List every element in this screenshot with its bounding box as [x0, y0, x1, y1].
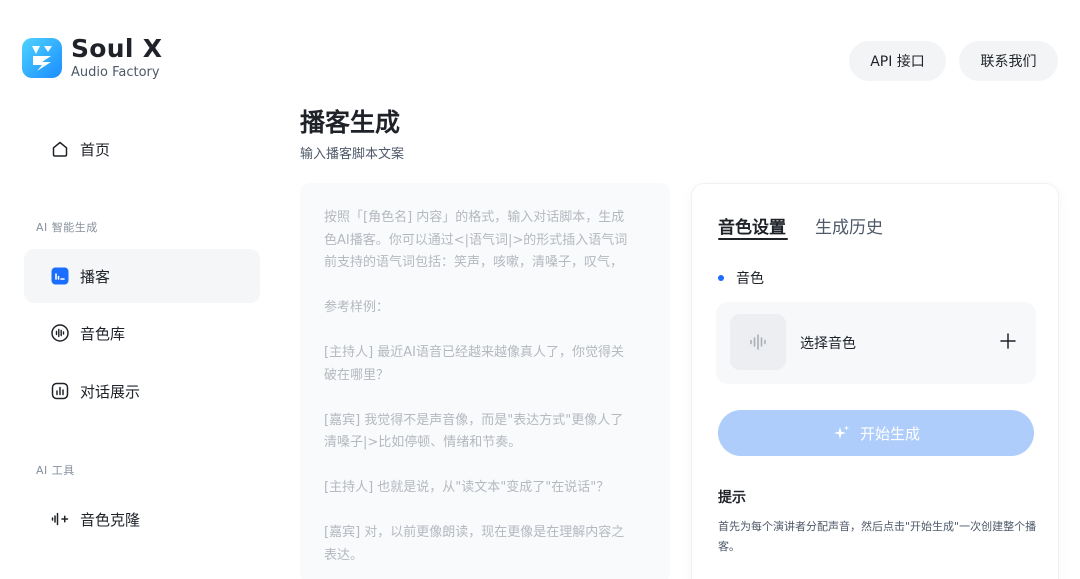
sidebar-item-home[interactable]: 首页: [24, 122, 260, 176]
page-title: 播客生成: [300, 108, 401, 137]
sidebar-item-voice-clone[interactable]: 音色克隆: [24, 492, 260, 546]
waveform-circle-icon: [50, 323, 70, 343]
audio-wave-icon: [50, 509, 70, 529]
sidebar-item-label: 音色库: [80, 324, 126, 343]
home-icon: [50, 139, 70, 159]
tip-text: 首先为每个演讲者分配声音，然后点击"开始生成"一次创建整个播客。: [718, 520, 1037, 553]
page-subtitle: 输入播客脚本文案: [300, 147, 405, 162]
brand-text: Soul X Audio Factory: [71, 36, 162, 79]
sidebar-item-label: 播客: [80, 267, 111, 286]
plus-icon[interactable]: [998, 331, 1018, 351]
api-button[interactable]: API 接口: [849, 41, 946, 81]
contact-us-button[interactable]: 联系我们: [959, 41, 1058, 81]
voice-thumb: [730, 314, 786, 370]
voice-settings-panel: 音色设置 生成历史 音色 选择音色 开始生成 提示 首先为每个演讲者分配声音，然…: [692, 184, 1058, 579]
sidebar-item-dialogue-showcase[interactable]: 对话展示: [24, 364, 260, 418]
tab-underline: [718, 238, 788, 240]
sidebar-item-label: 首页: [80, 140, 111, 159]
sparkle-icon: [832, 424, 850, 442]
tip-title: 提示: [718, 490, 746, 506]
tab-generation-history[interactable]: 生成历史: [815, 213, 883, 238]
brand[interactable]: Soul X Audio Factory: [22, 36, 162, 79]
brand-name: Soul X: [71, 34, 163, 63]
voice-section-text: 音色: [736, 271, 764, 287]
script-input[interactable]: 按照「[角色名] 内容」的格式，输入对话脚本，生成 色AI播客。你可以通过<|语…: [300, 183, 670, 579]
sidebar-item-label: 对话展示: [80, 382, 141, 401]
sidebar-item-podcast[interactable]: 播客: [24, 249, 260, 303]
section-label-ai-tools: AI 工具: [36, 464, 75, 477]
voice-section-label: 音色: [718, 268, 764, 288]
start-generate-label: 开始生成: [859, 424, 920, 443]
bullet-dot-icon: [718, 275, 724, 281]
brand-subtitle: Audio Factory: [71, 65, 160, 80]
tab-voice-settings[interactable]: 音色设置: [718, 213, 786, 238]
script-fade: [652, 183, 670, 579]
section-label-ai-generate: AI 智能生成: [36, 221, 98, 234]
sidebar-item-label: 音色克隆: [80, 510, 141, 529]
soulx-logo-icon: [22, 37, 62, 78]
start-generate-button[interactable]: 开始生成: [718, 410, 1034, 456]
select-voice-card[interactable]: 选择音色: [716, 302, 1036, 384]
select-voice-label: 选择音色: [800, 336, 856, 352]
podcast-icon: [50, 266, 70, 286]
app-root: Soul X Audio Factory 首页 AI 智能生成 播客 音色库 对…: [0, 0, 1080, 579]
chart-icon: [50, 381, 70, 401]
sidebar-item-voice-library[interactable]: 音色库: [24, 306, 260, 360]
voice-waveform-icon: [750, 334, 766, 350]
script-placeholder: 按照「[角色名] 内容」的格式，输入对话脚本，生成 色AI播客。你可以通过<|语…: [324, 210, 628, 563]
